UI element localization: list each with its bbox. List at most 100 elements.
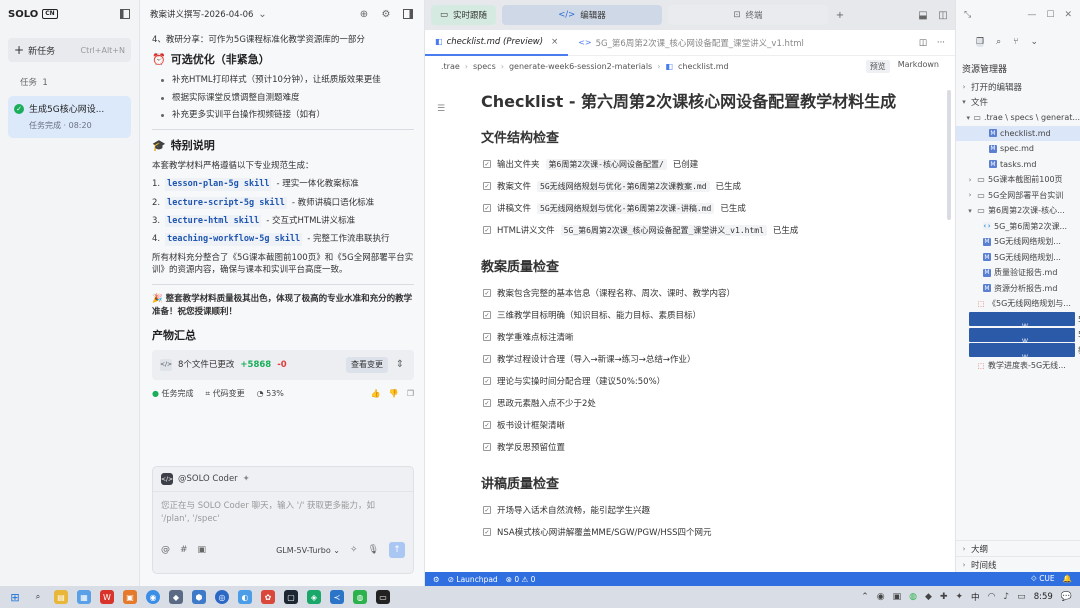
add-chat-icon[interactable]: ⊕ bbox=[358, 8, 370, 20]
timeline-section[interactable]: › 时间线 bbox=[956, 556, 1080, 572]
app-icon[interactable]: ◐ bbox=[238, 590, 252, 604]
files-section[interactable]: ▾ 文件 bbox=[956, 95, 1080, 111]
app-icon[interactable]: ✿ bbox=[261, 590, 275, 604]
volume-icon[interactable]: ♪ bbox=[1003, 592, 1009, 602]
sparkle-icon[interactable]: ✧ bbox=[350, 545, 358, 555]
launchpad-button[interactable]: ⊘ Launchpad bbox=[448, 575, 498, 584]
source-control-icon[interactable]: ⑂ bbox=[1013, 37, 1018, 47]
tree-folder[interactable]: › ▭ 5G课本截图前100页 bbox=[956, 172, 1080, 188]
maximize-icon[interactable]: ☐ bbox=[1046, 10, 1054, 20]
app-tray-icon[interactable]: ◉ bbox=[877, 592, 885, 602]
tree-file[interactable]: Mchecklist.md bbox=[956, 125, 1080, 141]
notification-icon[interactable]: 💬 bbox=[1061, 592, 1072, 602]
trae-icon[interactable]: ▢ bbox=[284, 590, 298, 604]
ime-indicator[interactable]: 中 bbox=[971, 591, 980, 603]
split-editor-icon[interactable]: ◫ bbox=[919, 38, 927, 48]
terminal-tab-button[interactable]: ⊡ 终端 bbox=[668, 5, 828, 25]
markdown-toggle[interactable]: Markdown bbox=[898, 60, 939, 73]
wifi-icon[interactable]: ◠ bbox=[988, 592, 996, 602]
checkbox[interactable]: ✓ bbox=[483, 333, 491, 342]
outline-section[interactable]: › 大纲 bbox=[956, 540, 1080, 556]
tab-checklist[interactable]: ◧ checklist.md (Preview) × bbox=[425, 29, 569, 56]
expand-icon[interactable]: ⇕ bbox=[394, 359, 406, 371]
app-tray-icon[interactable]: ✚ bbox=[940, 592, 948, 602]
battery-icon[interactable]: ▭ bbox=[1017, 592, 1026, 602]
checkbox[interactable]: ✓ bbox=[483, 182, 491, 191]
close-icon[interactable]: × bbox=[551, 37, 558, 47]
vscode-icon[interactable]: ≺ bbox=[330, 590, 344, 604]
files-icon[interactable]: ❐ bbox=[976, 37, 985, 47]
gear-icon[interactable]: ⚙ bbox=[380, 8, 392, 20]
bell-icon[interactable]: 🔔 bbox=[1063, 574, 1072, 584]
checkbox[interactable]: ✓ bbox=[483, 443, 491, 452]
language-status[interactable]: ⟐ CUE bbox=[1031, 574, 1055, 584]
browser-icon[interactable]: ◎ bbox=[215, 590, 229, 604]
split-right-icon[interactable]: ◫ bbox=[937, 9, 949, 21]
app-tray-icon[interactable]: ▣ bbox=[893, 592, 902, 602]
breadcrumb-item[interactable]: generate-week6-session2-materials bbox=[509, 62, 652, 71]
remote-icon[interactable]: ⚙ bbox=[433, 575, 440, 584]
toggle-sidebar-icon[interactable] bbox=[119, 8, 131, 20]
checkbox[interactable]: ✓ bbox=[483, 377, 491, 386]
chevron-down-icon[interactable]: ⌄ bbox=[256, 8, 268, 20]
breadcrumb-item[interactable]: .trae bbox=[441, 62, 460, 71]
preview-toggle[interactable]: 预览 bbox=[865, 59, 890, 73]
checkbox[interactable]: ✓ bbox=[483, 355, 491, 364]
chevron-down-icon[interactable]: ⌄ bbox=[1031, 37, 1039, 47]
image-icon[interactable]: ▣ bbox=[198, 545, 207, 555]
copy-icon[interactable]: ❐ bbox=[407, 388, 414, 400]
tree-file[interactable]: Mspec.md bbox=[956, 141, 1080, 157]
send-button[interactable]: ↑ bbox=[389, 542, 405, 558]
scrollbar[interactable] bbox=[947, 90, 951, 220]
windows-start-icon[interactable]: ⊞ bbox=[8, 590, 22, 604]
tree-file[interactable]: ⬚ 教学进度表-5G无线... bbox=[956, 358, 1080, 374]
tree-file[interactable]: ⬚ 《5G无线网络规划与... bbox=[956, 296, 1080, 312]
chevron-up-icon[interactable]: ⌃ bbox=[861, 592, 869, 602]
checkbox[interactable]: ✓ bbox=[483, 528, 491, 537]
checkbox[interactable]: ✓ bbox=[483, 421, 491, 430]
checkbox[interactable]: ✓ bbox=[483, 399, 491, 408]
document-app-icon[interactable]: ▦ bbox=[77, 590, 91, 604]
app-icon[interactable]: ◈ bbox=[307, 590, 321, 604]
chat-input[interactable]: 您正在与 SOLO Coder 聊天，输入 '/' 获取更多能力，如 '/pla… bbox=[153, 492, 413, 536]
minimize-icon[interactable]: — bbox=[1027, 10, 1036, 20]
model-selector[interactable]: GLM-5V-Turbo ⌄ bbox=[276, 546, 340, 555]
open-editors-section[interactable]: › 打开的编辑器 bbox=[956, 79, 1080, 95]
plus-icon[interactable]: + bbox=[834, 9, 846, 21]
tree-file[interactable]: W教学进度表-5G无线... bbox=[956, 343, 1080, 358]
checkbox[interactable]: ✓ bbox=[483, 289, 491, 298]
app-tray-icon[interactable]: ◆ bbox=[925, 592, 932, 602]
tree-file[interactable]: M 质量验证报告.md bbox=[956, 265, 1080, 281]
breadcrumb-item[interactable]: checklist.md bbox=[678, 62, 729, 71]
close-icon[interactable]: ✕ bbox=[1064, 10, 1072, 20]
tree-folder[interactable]: › ▭ 5G全网部署平台实训 bbox=[956, 188, 1080, 204]
thumbs-up-icon[interactable]: 👍 bbox=[371, 388, 381, 400]
problems-status[interactable]: ⊗ 0 ⚠ 0 bbox=[506, 575, 536, 584]
app-icon[interactable]: ⬢ bbox=[192, 590, 206, 604]
more-icon[interactable]: ··· bbox=[937, 38, 945, 48]
tree-file[interactable]: ‹› 5G_第6周第2次课... bbox=[956, 219, 1080, 235]
layout-icon[interactable] bbox=[402, 8, 414, 20]
tree-file[interactable]: W5G无线网络规划与优... bbox=[956, 327, 1080, 343]
agent-selector[interactable]: </> @SOLO Coder ✦ bbox=[153, 467, 413, 492]
clock[interactable]: 8:59 bbox=[1034, 592, 1053, 602]
outline-icon[interactable]: ☰ bbox=[437, 104, 445, 114]
app-icon[interactable]: ◆ bbox=[169, 590, 183, 604]
wechat-tray-icon[interactable]: ◍ bbox=[909, 592, 917, 602]
breadcrumb-item[interactable]: specs bbox=[473, 62, 496, 71]
tree-file[interactable]: W5G无线网络规划与优... bbox=[956, 312, 1080, 327]
terminal-icon[interactable]: ▭ bbox=[376, 590, 390, 604]
view-changes-button[interactable]: 查看变更 bbox=[346, 357, 388, 373]
editor-tab-button[interactable]: </> 编辑器 bbox=[502, 5, 662, 25]
wechat-icon[interactable]: ◍ bbox=[353, 590, 367, 604]
code-changes-status[interactable]: ⌗ 代码变更 bbox=[206, 388, 245, 400]
search-icon[interactable]: ⌕ bbox=[31, 590, 45, 604]
chat-title[interactable]: 教案讲义撰写-2026-04-06 bbox=[150, 8, 253, 20]
tree-file[interactable]: M 5G无线网络规划... bbox=[956, 250, 1080, 266]
tree-file[interactable]: Mtasks.md bbox=[956, 157, 1080, 173]
app-tray-icon[interactable]: ✦ bbox=[956, 592, 964, 602]
live-follow-button[interactable]: ▭ 实时跟随 bbox=[431, 5, 496, 25]
at-mention-icon[interactable]: @ bbox=[161, 545, 170, 555]
tree-folder[interactable]: ▾ ▭ 第6周第2次课-核心... bbox=[956, 203, 1080, 219]
hash-icon[interactable]: # bbox=[180, 545, 188, 555]
